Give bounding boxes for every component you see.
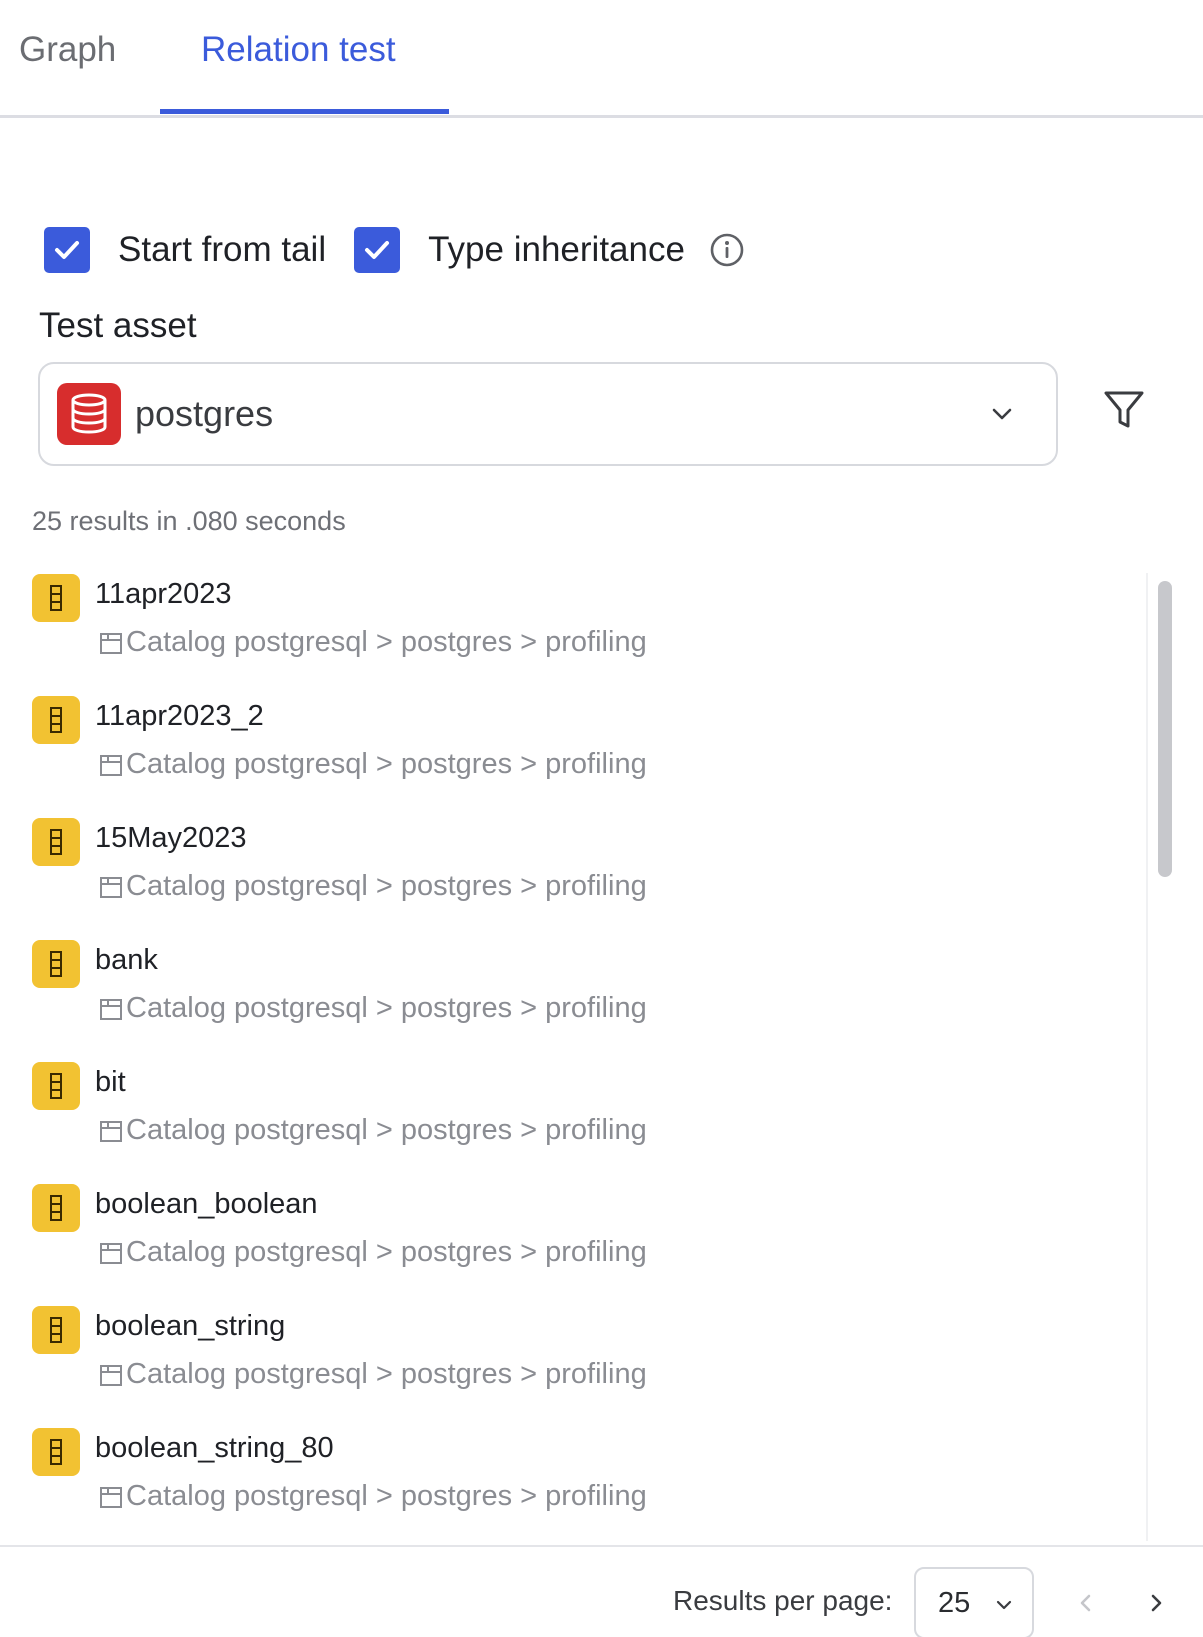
check-icon (365, 241, 390, 259)
table-icon (32, 1184, 80, 1232)
item-path-text: Catalog postgresql > postgres > profilin… (126, 1114, 647, 1146)
list-item[interactable]: bit Catalog postgresql > postgres > prof… (0, 1054, 1100, 1176)
scrollbar[interactable] (1146, 573, 1176, 1541)
item-path: Catalog postgresql > postgres > profilin… (98, 1480, 647, 1513)
item-path-text: Catalog postgresql > postgres > profilin… (126, 1480, 647, 1512)
item-path: Catalog postgresql > postgres > profilin… (98, 1358, 647, 1391)
schema-icon (100, 998, 122, 1020)
test-asset-label: Test asset (39, 306, 197, 345)
item-path-text: Catalog postgresql > postgres > profilin… (126, 992, 647, 1024)
item-path: Catalog postgresql > postgres > profilin… (98, 870, 647, 903)
chevron-right-icon[interactable] (1144, 1591, 1168, 1615)
item-name: boolean_string_80 (95, 1432, 334, 1464)
item-name: boolean_boolean (95, 1188, 318, 1220)
info-icon[interactable] (709, 232, 745, 268)
start-from-tail-checkbox[interactable] (44, 227, 90, 273)
item-path-text: Catalog postgresql > postgres > profilin… (126, 870, 647, 902)
schema-icon (100, 876, 122, 898)
list-item[interactable]: boolean_boolean Catalog postgresql > pos… (0, 1176, 1100, 1298)
item-path: Catalog postgresql > postgres > profilin… (98, 1236, 647, 1269)
schema-icon (100, 632, 122, 654)
item-path: Catalog postgresql > postgres > profilin… (98, 748, 647, 781)
item-path-text: Catalog postgresql > postgres > profilin… (126, 748, 647, 780)
test-asset-select[interactable]: postgres (38, 362, 1058, 466)
list-item[interactable]: bank Catalog postgresql > postgres > pro… (0, 932, 1100, 1054)
schema-icon (100, 754, 122, 776)
table-icon (32, 696, 80, 744)
results-per-page-label: Results per page: (673, 1585, 893, 1616)
active-tab-indicator (160, 109, 449, 114)
schema-icon (100, 1242, 122, 1264)
table-icon (32, 940, 80, 988)
item-name: bit (95, 1066, 126, 1098)
list-item[interactable]: 11apr2023_2 Catalog postgresql > postgre… (0, 688, 1100, 810)
type-inheritance-checkbox[interactable] (354, 227, 401, 273)
list-item[interactable]: 15May2023 Catalog postgresql > postgres … (0, 810, 1100, 932)
item-name: 15May2023 (95, 822, 247, 854)
start-from-tail-label[interactable]: Start from tail (118, 230, 326, 270)
tab-relation-test[interactable]: Relation test (201, 30, 396, 70)
filter-icon[interactable] (1102, 388, 1146, 432)
tab-bar: Graph Relation test (0, 0, 1203, 118)
list-item[interactable]: boolean_string Catalog postgresql > post… (0, 1298, 1100, 1420)
chevron-left-icon[interactable] (1074, 1591, 1098, 1615)
schema-icon (100, 1364, 122, 1386)
item-path-text: Catalog postgresql > postgres > profilin… (126, 1236, 647, 1268)
list-item[interactable]: 11apr2023 Catalog postgresql > postgres … (0, 566, 1100, 688)
item-path: Catalog postgresql > postgres > profilin… (98, 1114, 647, 1147)
database-icon (57, 383, 121, 445)
results-summary: 25 results in .080 seconds (32, 506, 346, 536)
results-per-page-select[interactable]: 25 (914, 1567, 1034, 1637)
item-path-text: Catalog postgresql > postgres > profilin… (126, 626, 647, 658)
check-icon (55, 241, 79, 259)
item-name: boolean_string (95, 1310, 286, 1342)
scrollbar-thumb[interactable] (1158, 581, 1172, 877)
result-list: 11apr2023 Catalog postgresql > postgres … (0, 566, 1140, 1542)
schema-icon (100, 1120, 122, 1142)
test-asset-value: postgres (135, 393, 274, 434)
results-per-page-value: 25 (938, 1586, 971, 1619)
pagination-footer: Results per page: 25 (0, 1545, 1203, 1637)
table-icon (32, 1428, 80, 1476)
options-row: Start from tail Type inheritance (44, 226, 745, 274)
table-icon (32, 1062, 80, 1110)
type-inheritance-label[interactable]: Type inheritance (428, 230, 685, 270)
item-name: bank (95, 944, 158, 976)
table-icon (32, 1306, 80, 1354)
item-name: 11apr2023 (95, 578, 232, 610)
item-name: 11apr2023_2 (95, 700, 264, 732)
tab-graph[interactable]: Graph (19, 30, 116, 70)
item-path: Catalog postgresql > postgres > profilin… (98, 626, 647, 659)
item-path-text: Catalog postgresql > postgres > profilin… (126, 1358, 647, 1390)
schema-icon (100, 1486, 122, 1508)
table-icon (32, 818, 80, 866)
list-item[interactable]: boolean_string_80 Catalog postgresql > p… (0, 1420, 1100, 1542)
table-icon (32, 574, 80, 622)
item-path: Catalog postgresql > postgres > profilin… (98, 992, 647, 1025)
chevron-down-icon[interactable] (988, 400, 1016, 428)
chevron-down-icon (996, 1600, 1012, 1610)
